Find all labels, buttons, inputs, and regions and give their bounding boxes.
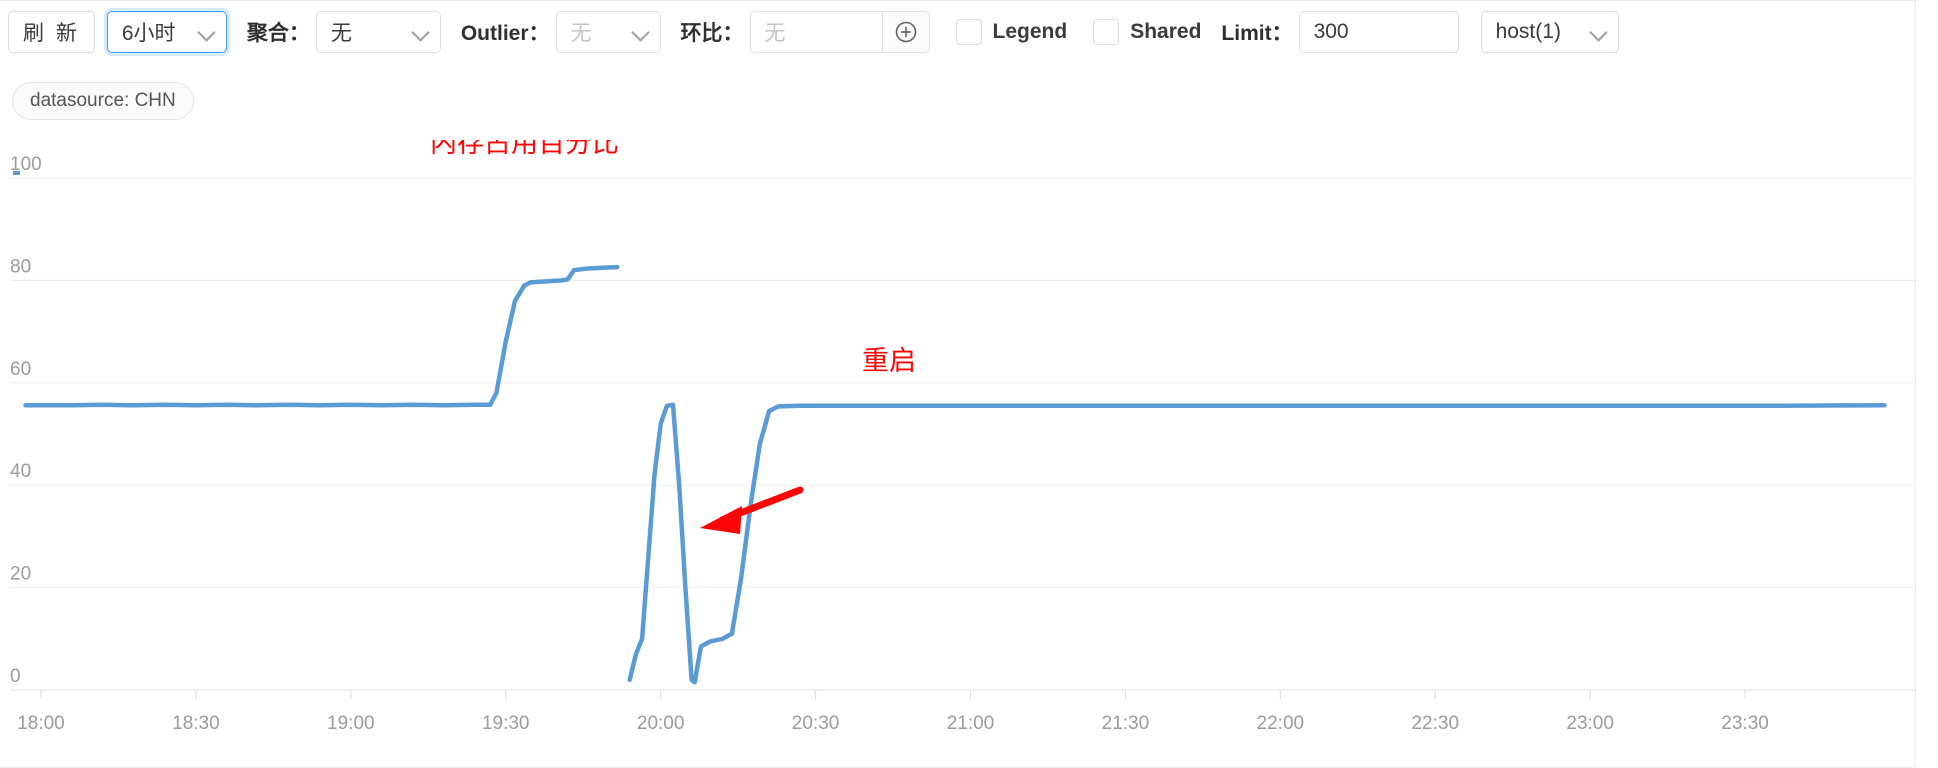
svg-text:22:00: 22:00 xyxy=(1257,713,1305,734)
shared-checkbox-box[interactable] xyxy=(1093,19,1120,45)
ratio-label: 环比： xyxy=(680,22,744,45)
svg-text:23:00: 23:00 xyxy=(1566,713,1614,734)
limit-value: 300 xyxy=(1313,20,1349,43)
shared-checkbox-label: Shared xyxy=(1130,20,1202,43)
shared-checkbox[interactable]: Shared xyxy=(1067,19,1201,45)
refresh-button-label: 刷 新 xyxy=(23,22,80,45)
svg-text:21:00: 21:00 xyxy=(947,713,995,734)
chart-series-layer xyxy=(23,264,1887,685)
svg-text:40: 40 xyxy=(10,461,31,482)
aggregate-value: 无 xyxy=(330,22,352,45)
host-select[interactable]: host(1) xyxy=(1480,11,1619,53)
ratio-placeholder: 无 xyxy=(764,22,786,45)
limit-label: Limit： xyxy=(1221,22,1293,45)
chart-gridlines xyxy=(10,177,1915,691)
chart-y-axis-labels: 100806040200 xyxy=(10,154,42,687)
chevron-down-icon xyxy=(198,23,216,41)
legend-checkbox-label: Legend xyxy=(992,20,1068,43)
panel-top-border xyxy=(0,0,1915,1)
chart-canvas[interactable]: 100806040200 18:00 18:30 19:00 19:30 20:00 20… xyxy=(0,140,1938,768)
chevron-down-icon xyxy=(1590,23,1608,41)
svg-text:80: 80 xyxy=(10,256,31,277)
time-range-value: 6小时 xyxy=(121,22,176,45)
svg-text:60: 60 xyxy=(10,359,31,380)
svg-text:22:30: 22:30 xyxy=(1411,713,1459,734)
datasource-tag: datasource: CHN xyxy=(12,82,194,120)
chart-toolbar: 刷 新 6小时 聚合： 无 Outlier： 无 环比： 无 Legend Sh… xyxy=(8,10,1619,54)
plus-circle-icon[interactable] xyxy=(881,11,930,53)
chevron-down-icon xyxy=(632,23,650,41)
svg-text:20:00: 20:00 xyxy=(637,713,685,734)
chart-x-axis-labels: 18:00 18:30 19:00 19:30 20:00 20:30 21:00 21:30… xyxy=(17,713,1769,734)
time-range-select[interactable]: 6小时 xyxy=(106,11,227,53)
legend-checkbox[interactable]: Legend xyxy=(930,19,1068,45)
metrics-dashboard: 刷 新 6小时 聚合： 无 Outlier： 无 环比： 无 Legend Sh… xyxy=(0,0,1938,768)
aggregate-select[interactable]: 无 xyxy=(315,11,441,53)
ratio-input[interactable]: 无 xyxy=(749,11,882,53)
datasource-tag-label: datasource: CHN xyxy=(30,90,176,111)
restart-annotation-text: 重启 xyxy=(862,346,916,376)
chevron-down-icon xyxy=(412,23,430,41)
svg-text:19:30: 19:30 xyxy=(482,713,530,734)
refresh-button[interactable]: 刷 新 xyxy=(8,11,95,53)
series-color-swatch xyxy=(13,171,20,175)
memory-usage-chart[interactable]: 100 80 60 40 20 0 18:00 18:30 19:00 19:30 20:00 20… xyxy=(0,140,1938,768)
limit-input[interactable]: 300 xyxy=(1298,11,1459,53)
svg-text:18:00: 18:00 xyxy=(17,713,65,734)
outlier-select[interactable]: 无 xyxy=(555,11,661,53)
outlier-value: 无 xyxy=(570,22,592,45)
svg-text:20:30: 20:30 xyxy=(792,713,840,734)
memory-usage-annotation-text: 内存占用百分比 xyxy=(430,140,619,158)
svg-text:18:30: 18:30 xyxy=(172,713,220,734)
svg-text:20: 20 xyxy=(10,564,31,585)
legend-checkbox-box[interactable] xyxy=(955,19,982,45)
svg-text:19:00: 19:00 xyxy=(327,713,375,734)
svg-text:0: 0 xyxy=(10,666,21,687)
svg-text:23:30: 23:30 xyxy=(1721,713,1769,734)
svg-text:21:30: 21:30 xyxy=(1102,713,1150,734)
outlier-label: Outlier： xyxy=(460,22,550,45)
chart-x-axis-ticks xyxy=(10,689,1915,699)
host-select-value: host(1) xyxy=(1495,20,1561,43)
aggregate-label: 聚合： xyxy=(246,22,310,45)
ratio-input-group: 无 xyxy=(749,11,930,53)
